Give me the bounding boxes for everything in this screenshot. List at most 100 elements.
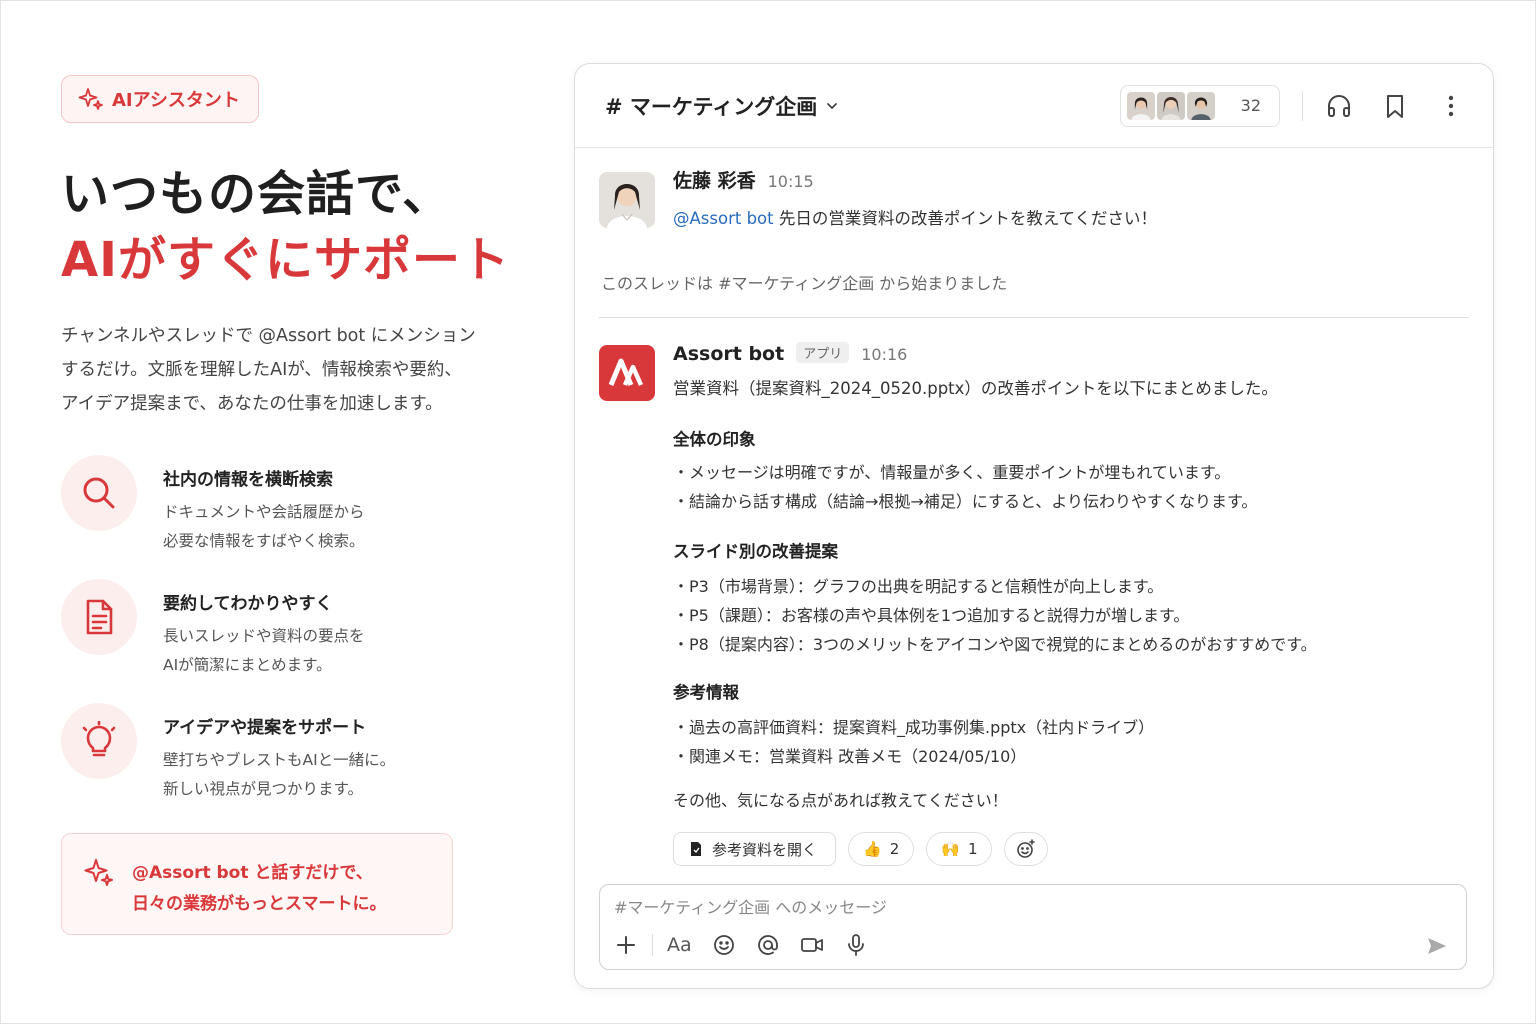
bot-name[interactable]: Assort bot [673,343,784,365]
bullet-item: ・関連メモ：営業資料 改善メモ（2024/05/10） [673,747,1027,766]
reaction-count: 2 [889,840,900,858]
message-time: 10:16 [861,345,908,364]
reaction-bar: 参考資料を開く 👍 2 🙌 1 [673,832,1049,866]
assort-logo-icon [608,358,644,386]
lead-line: チャンネルやスレッドで @Assort bot にメンション [61,326,476,346]
bullet-item: ・メッセージは明確ですが、情報量が多く、重要ポイントが埋もれています。 [673,463,1231,482]
lead-text: チャンネルやスレッドで @Assort bot にメンション するだけ。文脈を理… [61,319,531,421]
open-reference-button[interactable]: 参考資料を開く [673,832,837,866]
plus-icon[interactable] [614,933,638,957]
section-title: 参考情報 [673,683,739,702]
header-divider [1302,90,1303,121]
feature-icon-circle [61,703,137,779]
channel-name: # マーケティング企画 [605,94,818,119]
feature-summary: 要約してわかりやすく 長いスレッドや資料の要点を AIが簡潔にまとめます。 [61,579,531,703]
headline: いつもの会話で、 AIがすぐにサポート [61,161,531,293]
feature-desc: 長いスレッドや資料の要点を AIが簡潔にまとめます。 [163,622,365,680]
feature-title: アイデアや提案をサポート [163,718,367,738]
feature-icon-circle [61,455,137,531]
reaction-count: 1 [967,840,978,858]
feature-title: 要約してわかりやすく [163,594,333,614]
document-icon [86,599,113,635]
bookmark-icon[interactable] [1381,92,1409,120]
feature-desc: 壁打ちやブレストもAIと一緒に。 新しい視点が見つかります。 [163,746,395,804]
bullet-item: ・P8（提案内容）：3つのメリットをアイコンや図で視覚的にまとめるのがおすすめで… [673,635,1317,654]
feature-desc-line: 新しい視点が見つかります。 [163,780,363,798]
search-icon [83,477,115,509]
video-icon[interactable] [800,933,824,957]
feature-search: 社内の情報を横断検索 ドキュメントや会話履歴から 必要な情報をすばやく検索。 [61,455,531,579]
send-icon[interactable] [1426,935,1448,957]
feature-desc: ドキュメントや会話履歴から 必要な情報をすばやく検索。 [163,498,365,556]
member-avatar [1184,89,1217,122]
callout-line: @Assort bot と話すだけで、 [132,863,373,883]
format-text-button[interactable]: Aa [667,934,692,956]
headline-line-1: いつもの会話で、 [61,166,452,222]
message-time: 10:15 [767,172,814,191]
feature-icon-circle [61,579,137,655]
headline-line-2: AIがすぐにサポート [61,232,511,288]
chevron-down-icon [827,102,838,109]
section-title: スライド別の改善提案 [673,542,838,561]
feature-list: 社内の情報を横断検索 ドキュメントや会話履歴から 必要な情報をすばやく検索。 要… [61,455,531,827]
promo-panel: AIアシスタント いつもの会話で、 AIがすぐにサポート チャンネルやスレッドで… [61,75,531,827]
bot-avatar[interactable] [599,345,655,401]
message-body: 先日の営業資料の改善ポイントを教えてください！ [773,209,1158,228]
mention-icon[interactable] [756,933,780,957]
toolbar-divider [652,934,653,956]
more-vertical-icon[interactable] [1437,92,1465,120]
add-reaction-button[interactable] [1004,832,1049,866]
open-reference-label: 参考資料を開く [712,840,818,859]
composer-toolbar: Aa [614,933,868,957]
callout-line: 日々の業務がもっとスマートに。 [132,894,387,914]
microphone-icon[interactable] [844,933,868,957]
ai-assistant-badge: AIアシスタント [61,75,259,123]
message-composer: Aa [599,884,1467,970]
badge-label: AIアシスタント [112,90,240,111]
lead-line: するだけ。文脈を理解したAIが、情報検索や要約、 [61,360,462,380]
chat-window: # マーケティング企画 32 佐藤 彩香 10:15 @Assort bot 先… [574,63,1494,989]
lightbulb-icon [82,721,116,757]
file-icon [691,842,701,856]
callout-box: @Assort bot と話すだけで、 日々の業務がもっとスマートに。 [61,833,453,935]
lead-line: アイデア提案まで、あなたの仕事を加速します。 [61,394,443,414]
feature-desc-line: AIが簡潔にまとめます。 [163,656,332,674]
feature-ideas: アイデアや提案をサポート 壁打ちやブレストもAIと一緒に。 新しい視点が見つかり… [61,703,531,827]
thread-origin-note: このスレッドは #マーケティング企画 から始まりました [601,274,1008,293]
avatar[interactable] [599,172,655,228]
feature-title: 社内の情報を横断検索 [163,470,333,490]
member-list-button[interactable]: 32 [1119,84,1280,127]
feature-desc-line: 長いスレッドや資料の要点を [163,627,365,645]
app-tag: アプリ [796,342,850,363]
chat-header: # マーケティング企画 32 [575,64,1493,148]
mention-link[interactable]: @Assort bot [673,209,774,228]
bot-closing: その他、気になる点があれば教えてください！ [673,791,1008,810]
bullet-item: ・P3（市場背景）：グラフの出典を明記すると信頼性が向上します。 [673,577,1164,596]
channel-switcher[interactable]: # マーケティング企画 [605,91,839,121]
bullet-item: ・P5（課題）：お客様の声や具体例を1つ追加すると説得力が増します。 [673,606,1190,625]
section-title: 全体の印象 [673,430,756,449]
raised-hands-icon: 🙌 [941,840,960,858]
bot-intro: 営業資料（提案資料_2024_0520.pptx）の改善ポイントを以下にまとめま… [673,379,1278,398]
member-avatar [1154,89,1187,122]
reaction-thumbs-up[interactable]: 👍 2 [848,832,915,866]
sender-name[interactable]: 佐藤 彩香 [673,166,756,193]
add-emoji-icon [1017,839,1036,858]
bullet-item: ・結論から話す構成（結論→根拠→補足）にすると、より伝わりやすくなります。 [673,492,1258,511]
bullet-item: ・過去の高評価資料：提案資料_成功事例集.pptx（社内ドライブ） [673,718,1155,737]
emoji-icon[interactable] [712,933,736,957]
member-count: 32 [1240,96,1261,115]
member-avatar [1124,89,1157,122]
message-input[interactable] [614,895,1314,919]
feature-desc-line: 壁打ちやブレストもAIと一緒に。 [163,751,396,769]
thumbs-up-icon: 👍 [863,840,882,858]
sparkle-icon [84,859,113,886]
sparkle-icon [78,88,103,110]
message-text: @Assort bot 先日の営業資料の改善ポイントを教えてください！ [673,205,1473,229]
bot-message-content: 全体の印象 ・メッセージは明確ですが、情報量が多く、重要ポイントが埋もれています… [673,426,1453,811]
reaction-raised-hands[interactable]: 🙌 1 [926,832,993,866]
headphones-icon[interactable] [1325,92,1353,120]
thread-divider [599,317,1469,318]
feature-desc-line: ドキュメントや会話履歴から [163,503,365,521]
feature-desc-line: 必要な情報をすばやく検索。 [163,532,365,550]
